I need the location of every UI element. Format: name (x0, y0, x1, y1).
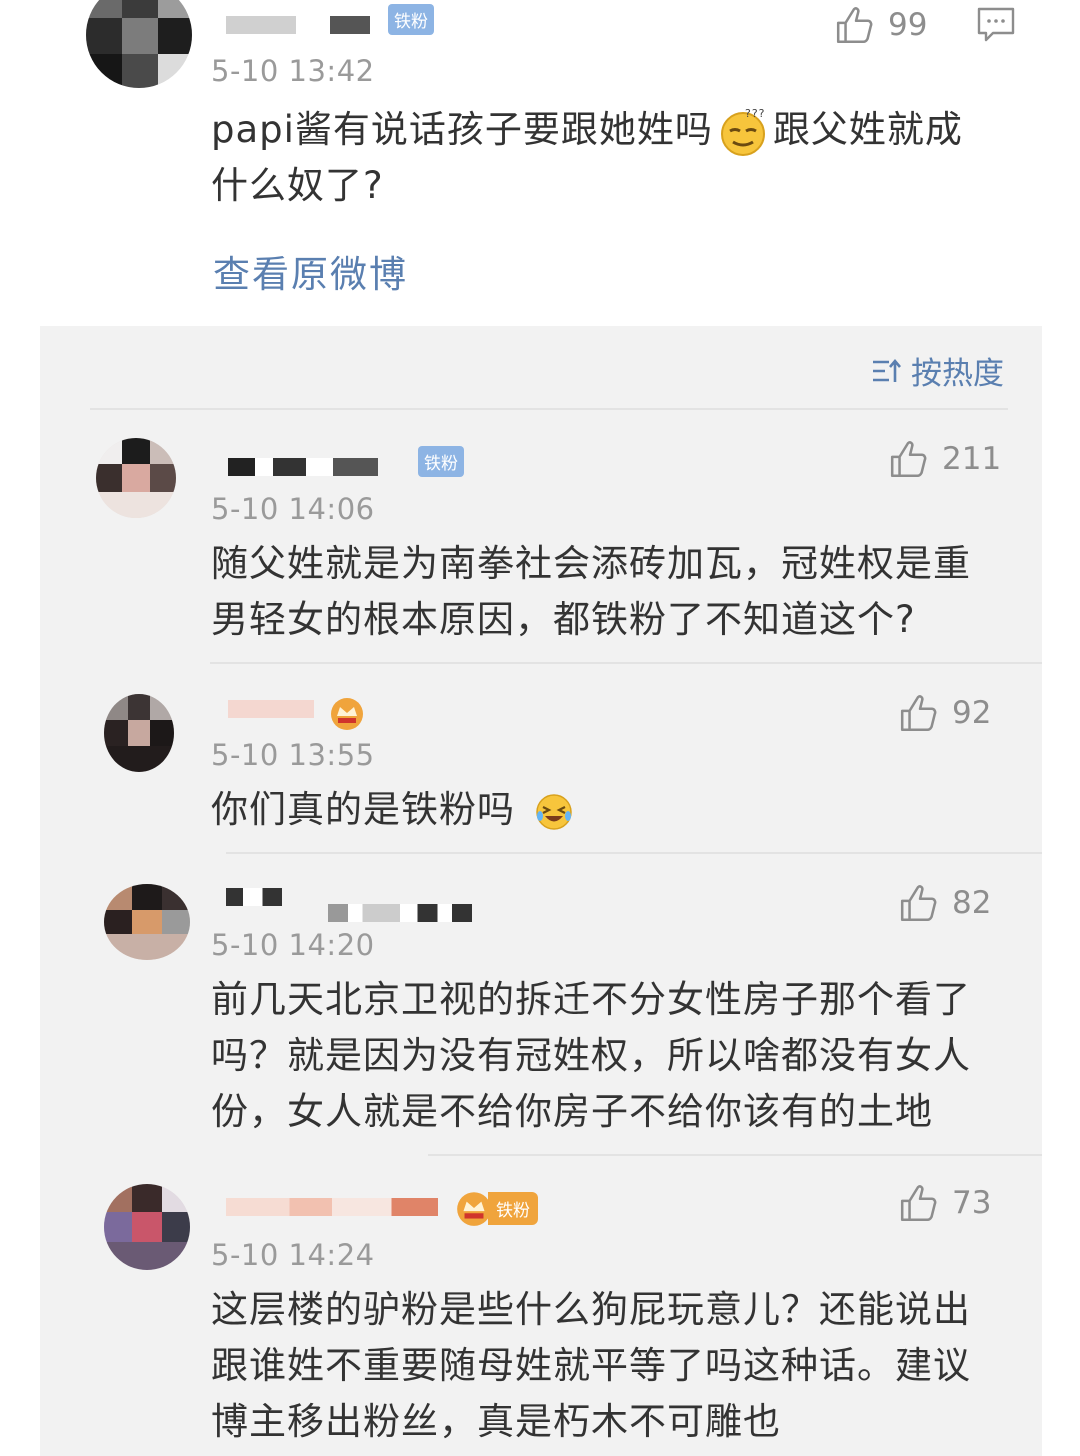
username-blurred[interactable] (228, 458, 378, 476)
like-count: 82 (952, 885, 992, 921)
avatar[interactable] (86, 0, 192, 88)
thumbs-up-icon (900, 885, 937, 922)
reply-panel: 按热度 铁粉 211 5-10 14:06 随父姓就是为南拳社会添砖加瓦，冠姓权… (40, 326, 1042, 1456)
vip-badge (328, 694, 366, 732)
like-count: 73 (952, 1185, 992, 1221)
reply-text: 你们真的是铁粉吗 (211, 782, 1001, 838)
reply-text: 前几天北京卫视的拆迁不分女性房子那个看了吗？就是因为没有冠姓权，所以啥都没有女人… (211, 978, 971, 1133)
comment-time: 5-10 13:42 (211, 54, 375, 88)
reply-time: 5-10 14:20 (211, 928, 375, 962)
reply-text: 随父姓就是为南拳社会添砖加瓦，冠姓权是重男轻女的根本原因，都铁粉了不知道这个? (211, 542, 971, 641)
comment-text: papi酱有说话孩子要跟她姓吗 ??? 跟父姓就成什么奴了? (211, 106, 963, 208)
username-blurred[interactable] (226, 888, 282, 906)
sort-label: 按热度 (911, 356, 1004, 392)
fan-badge: 铁粉 (488, 1191, 538, 1225)
thinking-face-emoji: ??? (720, 107, 766, 156)
divider (226, 852, 1042, 854)
fan-badge: 铁粉 (418, 446, 464, 477)
divider (90, 408, 1008, 410)
laugh-cry-emoji (536, 793, 572, 830)
thumbs-up-icon (836, 7, 873, 44)
fan-badge: 铁粉 (388, 4, 434, 35)
sort-icon (873, 358, 901, 382)
reply-time: 5-10 13:55 (211, 738, 375, 772)
like-button[interactable]: 99 (834, 4, 927, 46)
thumbs-up-icon (900, 695, 937, 732)
username-blurred-2[interactable] (328, 904, 472, 922)
svg-text:???: ??? (745, 107, 766, 120)
like-button[interactable]: 211 (888, 438, 1001, 480)
reply-time: 5-10 14:06 (211, 492, 375, 526)
avatar[interactable] (104, 884, 190, 960)
like-button[interactable]: 82 (898, 882, 991, 924)
like-count: 92 (952, 695, 992, 731)
like-count: 99 (888, 7, 928, 43)
avatar[interactable] (96, 438, 176, 518)
avatar[interactable] (104, 694, 174, 772)
username-blurred[interactable] (228, 700, 314, 718)
like-button[interactable]: 92 (898, 692, 991, 734)
like-button[interactable]: 73 (898, 1182, 991, 1224)
reply-time: 5-10 14:24 (211, 1238, 375, 1272)
username-blurred[interactable] (226, 16, 296, 34)
divider (428, 1154, 1042, 1156)
crown-badge-icon (331, 698, 363, 730)
view-original-link[interactable]: 查看原微博 (213, 244, 408, 298)
divider (210, 662, 1042, 664)
username-blurred[interactable] (226, 1198, 438, 1216)
thumbs-up-icon (890, 441, 927, 478)
main-comment: 铁粉 99 5-10 13:42 papi酱有说话孩子要跟她姓吗 ??? 跟父姓… (0, 0, 1080, 326)
sort-toggle[interactable]: 按热度 (871, 348, 1004, 393)
username-blurred-2[interactable] (330, 16, 370, 34)
like-count: 211 (942, 441, 1002, 477)
reply-text: 这层楼的驴粉是些什么狗屁玩意儿？还能说出跟谁姓不重要随母姓就平等了吗这种话。建议… (211, 1288, 971, 1443)
avatar[interactable] (104, 1184, 190, 1270)
vip-badge: 铁粉 (454, 1188, 538, 1228)
thumbs-up-icon (900, 1185, 937, 1222)
comment-icon[interactable] (976, 6, 1016, 44)
